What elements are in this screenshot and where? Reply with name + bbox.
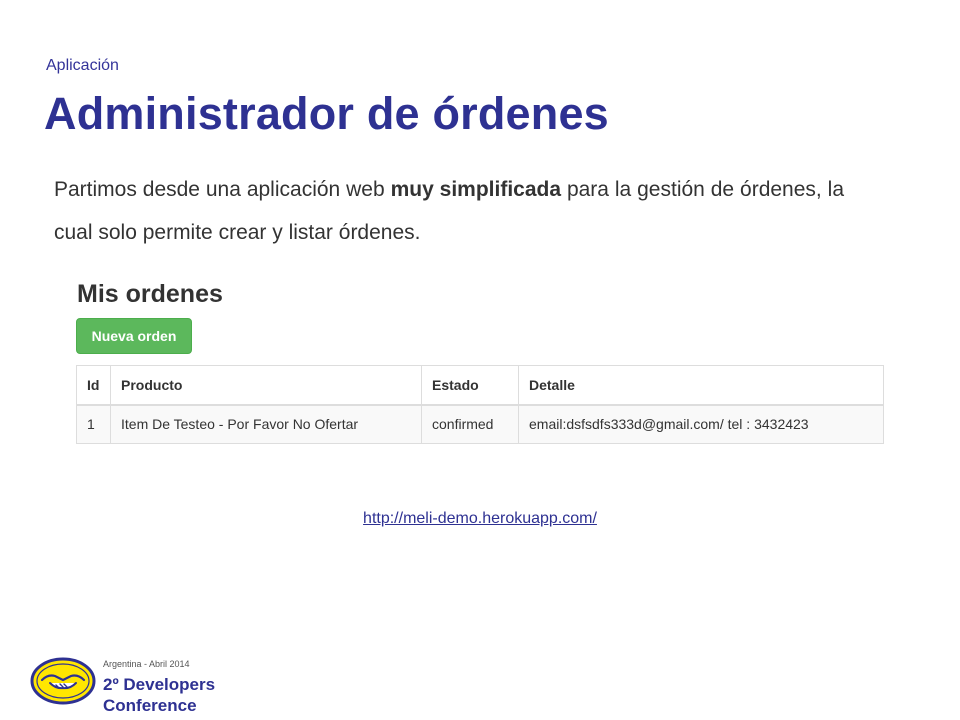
- demo-link[interactable]: http://meli-demo.herokuapp.com/: [363, 510, 597, 527]
- body-text-part1: Partimos desde una aplicación web: [54, 178, 391, 201]
- column-header-detalle: Detalle: [518, 365, 884, 406]
- orders-table: Id Producto Estado Detalle 1 Item De Tes…: [76, 365, 884, 444]
- cell-estado: confirmed: [421, 404, 519, 444]
- slide-title: Administrador de órdenes: [44, 88, 609, 139]
- event-name: 2º Developers Conference: [103, 674, 263, 716]
- event-name-line1: 2º Developers: [103, 675, 216, 694]
- body-paragraph: Partimos desde una aplicación web muy si…: [54, 168, 844, 254]
- app-screenshot: Mis ordenes Nueva orden Id Producto Esta…: [74, 274, 886, 452]
- column-header-id: Id: [76, 365, 111, 406]
- link-container: http://meli-demo.herokuapp.com/: [0, 510, 960, 528]
- cell-producto: Item De Testeo - Por Favor No Ofertar: [110, 404, 422, 444]
- column-header-estado: Estado: [421, 365, 519, 406]
- event-name-line2: Conference: [103, 696, 197, 715]
- cell-id: 1: [76, 404, 111, 444]
- body-text-bold: muy simplificada: [390, 178, 562, 201]
- event-date: Argentina - Abril 2014: [103, 659, 190, 669]
- cell-detalle: email:dsfsdfs333d@gmail.com/ tel : 34324…: [518, 404, 884, 444]
- section-kicker: Aplicación: [46, 57, 119, 74]
- table-header-row: Id Producto Estado Detalle: [76, 365, 884, 406]
- app-heading: Mis ordenes: [77, 280, 223, 308]
- handshake-logo-icon: [30, 656, 96, 706]
- slide: Aplicación Administrador de órdenes Part…: [0, 0, 960, 720]
- column-header-producto: Producto: [110, 365, 422, 406]
- table-row[interactable]: 1 Item De Testeo - Por Favor No Ofertar …: [76, 404, 884, 444]
- new-order-button[interactable]: Nueva orden: [76, 318, 192, 354]
